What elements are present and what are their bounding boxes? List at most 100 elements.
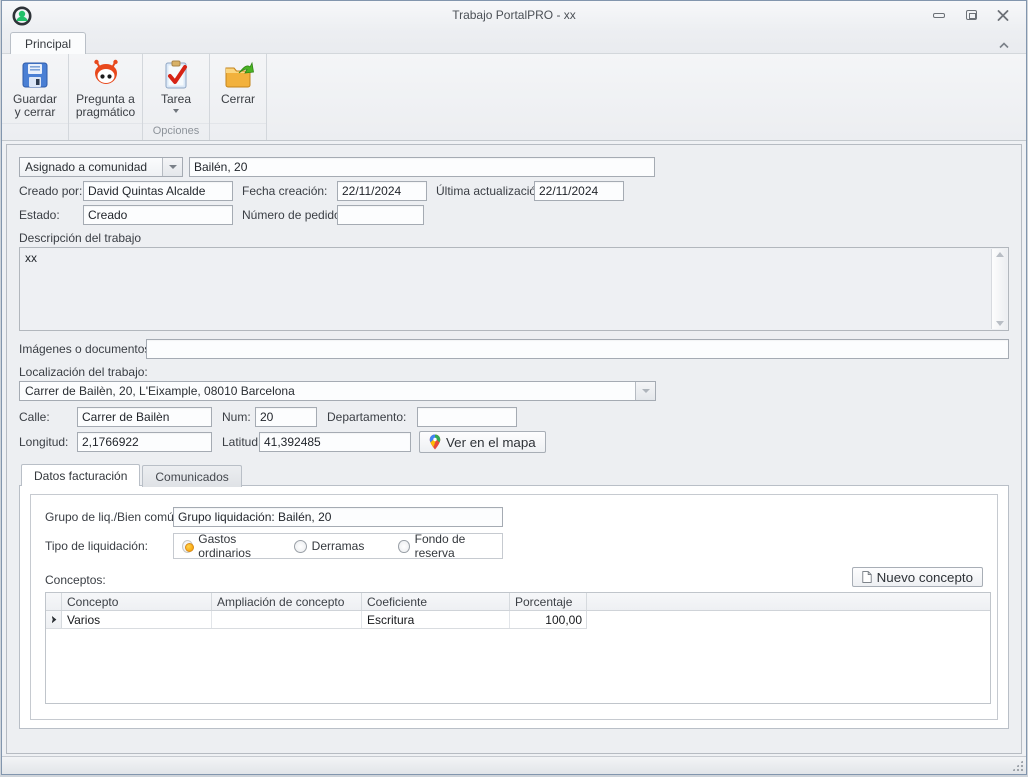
nuevo-concepto-label: Nuevo concepto	[877, 570, 973, 585]
localizacion-dropdown-button[interactable]	[635, 382, 655, 400]
ribbon: Guardar y cerrar	[2, 53, 1026, 141]
column-header-filler	[587, 593, 990, 610]
minimize-button[interactable]	[930, 7, 948, 23]
radio-icon	[182, 540, 193, 553]
radio-label: Gastos ordinarios	[198, 532, 277, 560]
ribbon-group-label	[69, 123, 142, 140]
restore-button[interactable]	[962, 7, 980, 23]
num-label: Num:	[222, 410, 255, 424]
localizacion-label: Localización del trabajo:	[19, 365, 1009, 379]
google-maps-pin-icon	[429, 434, 441, 450]
conceptos-label: Conceptos:	[45, 573, 106, 587]
tipo-liquidacion-label: Tipo de liquidación:	[45, 539, 173, 553]
robot-icon	[90, 59, 122, 91]
ribbon-group-label	[210, 123, 266, 140]
numero-pedido-field[interactable]	[337, 205, 424, 225]
title-bar: Trabajo PortalPRO - xx	[2, 1, 1026, 29]
radio-gastos-ordinarios[interactable]: Gastos ordinarios	[182, 532, 278, 560]
chevron-down-icon	[169, 165, 177, 169]
column-header-coeficiente[interactable]: Coeficiente	[362, 593, 510, 610]
form-panel: Asignado a comunidad Creado por: Fecha c…	[6, 144, 1022, 754]
cell-ampliacion[interactable]	[212, 611, 362, 628]
save-label-line2: y cerrar	[15, 105, 56, 119]
tarea-dropdown-arrow-icon	[173, 109, 179, 113]
detail-tab-strip: Datos facturación Comunicados	[19, 463, 1009, 485]
column-header-porcentaje[interactable]: Porcentaje	[510, 593, 587, 610]
save-icon	[19, 59, 51, 91]
column-header-ampliacion[interactable]: Ampliación de concepto	[212, 593, 362, 610]
ribbon-tab-strip: Principal	[2, 29, 1026, 53]
datos-facturacion-page: Grupo de liq./Bien común: Tipo de liquid…	[19, 485, 1009, 729]
ultima-actualizacion-field[interactable]	[534, 181, 624, 201]
assigned-to-dropdown-button[interactable]	[162, 158, 182, 176]
tab-datos-facturacion[interactable]: Datos facturación	[21, 464, 140, 486]
nuevo-concepto-button[interactable]: Nuevo concepto	[852, 567, 983, 587]
row-selector-header	[46, 593, 62, 610]
ver-en-el-mapa-label: Ver en el mapa	[446, 435, 536, 450]
ask-pragmatico-button[interactable]: Pregunta a pragmático	[69, 57, 142, 119]
app-window: Trabajo PortalPRO - xx Principal	[1, 0, 1027, 775]
current-row-arrow-icon	[52, 616, 57, 624]
descripcion-label: Descripción del trabajo	[19, 231, 1009, 245]
ultima-actualizacion-label: Última actualización:	[436, 184, 534, 198]
tab-principal[interactable]: Principal	[10, 32, 86, 54]
assigned-to-combo[interactable]: Asignado a comunidad	[19, 157, 183, 177]
radio-icon	[294, 540, 307, 553]
scroll-up-icon[interactable]	[996, 252, 1004, 257]
cerrar-label: Cerrar	[221, 92, 255, 106]
minimize-icon	[933, 13, 945, 18]
close-button[interactable]	[994, 7, 1012, 23]
radio-icon	[398, 540, 409, 553]
close-folder-icon	[222, 59, 254, 91]
radio-fondo-de-reserva[interactable]: Fondo de reserva	[398, 532, 494, 560]
calle-label: Calle:	[19, 410, 77, 424]
assigned-to-value: Asignado a comunidad	[20, 160, 162, 174]
numero-pedido-label: Número de pedido:	[242, 208, 337, 222]
descripcion-scrollbar[interactable]	[991, 249, 1007, 329]
conceptos-grid[interactable]: Concepto Ampliación de concepto Coeficie…	[45, 592, 991, 704]
billing-panel: Grupo de liq./Bien común: Tipo de liquid…	[30, 494, 998, 720]
localizacion-combo[interactable]: Carrer de Bailèn, 20, L'Eixample, 08010 …	[19, 381, 656, 401]
ask-label-line2: pragmático	[76, 105, 135, 119]
imagenes-field[interactable]	[146, 339, 1009, 359]
tipo-liquidacion-group: Gastos ordinarios Derramas Fondo de rese…	[173, 533, 503, 559]
fecha-creacion-field[interactable]	[337, 181, 427, 201]
longitud-field[interactable]	[77, 432, 212, 452]
fecha-creacion-label: Fecha creación:	[242, 184, 337, 198]
calle-field[interactable]	[77, 407, 212, 427]
ver-en-el-mapa-button[interactable]: Ver en el mapa	[419, 431, 546, 453]
close-icon	[997, 10, 1009, 21]
descripcion-text: xx	[21, 249, 990, 329]
grupo-liq-field[interactable]	[173, 507, 503, 527]
resize-grip[interactable]	[1012, 760, 1023, 771]
grid-header-row: Concepto Ampliación de concepto Coeficie…	[46, 593, 990, 611]
imagenes-label: Imágenes o documentos:	[19, 342, 146, 356]
task-icon	[160, 59, 192, 91]
latitud-field[interactable]	[259, 432, 411, 452]
ribbon-collapse-icon[interactable]	[998, 41, 1010, 49]
opciones-group-label: Opciones	[143, 123, 209, 140]
estado-field[interactable]	[83, 205, 233, 225]
column-header-concepto[interactable]: Concepto	[62, 593, 212, 610]
scroll-down-icon[interactable]	[996, 321, 1004, 326]
cerrar-button[interactable]: Cerrar	[210, 57, 266, 106]
tab-comunicados[interactable]: Comunicados	[142, 465, 241, 487]
radio-derramas[interactable]: Derramas	[294, 539, 365, 553]
ribbon-group-label	[2, 123, 68, 140]
chevron-down-icon	[642, 389, 650, 393]
latitud-label: Latitud:	[222, 435, 259, 449]
save-and-close-button[interactable]: Guardar y cerrar	[2, 57, 68, 119]
cell-concepto[interactable]: Varios	[62, 611, 212, 628]
tarea-dropdown-button[interactable]: Tarea	[143, 57, 209, 113]
descripcion-textarea[interactable]: xx	[19, 247, 1009, 331]
table-row[interactable]: Varios Escritura 100,00	[46, 611, 587, 629]
cell-coeficiente[interactable]: Escritura	[362, 611, 510, 628]
creado-por-field[interactable]	[83, 181, 233, 201]
restore-icon	[966, 10, 977, 20]
tarea-label: Tarea	[161, 92, 191, 106]
num-field[interactable]	[255, 407, 317, 427]
cell-porcentaje[interactable]: 100,00	[510, 611, 587, 628]
departamento-field[interactable]	[417, 407, 517, 427]
work-title-input[interactable]	[189, 157, 655, 177]
grupo-liq-label: Grupo de liq./Bien común:	[45, 510, 173, 524]
